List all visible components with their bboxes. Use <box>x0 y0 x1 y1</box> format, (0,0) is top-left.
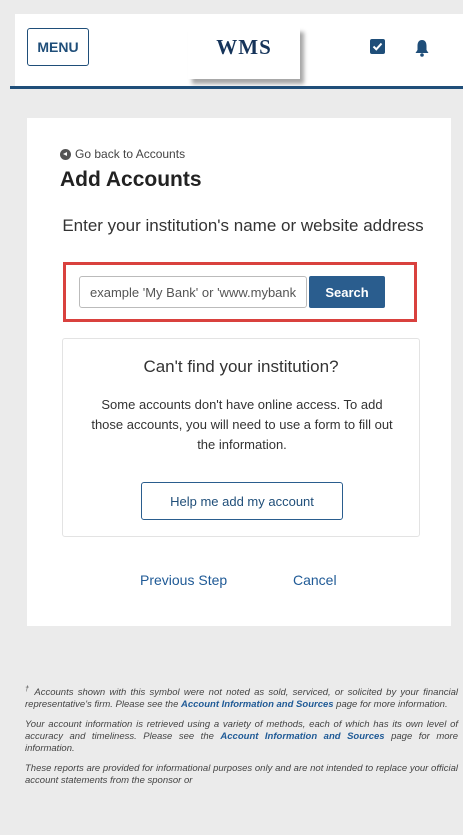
search-button[interactable]: Search <box>309 276 385 308</box>
page-title: Add Accounts <box>60 168 202 191</box>
help-add-account-button[interactable]: Help me add my account <box>141 482 343 520</box>
back-arrow-icon <box>60 148 71 160</box>
account-info-sources-link[interactable]: Account Information and Sources <box>181 699 334 710</box>
menu-button[interactable]: MENU <box>27 28 89 66</box>
disclaimer-text: page for more information. <box>333 699 448 711</box>
cant-find-title: Can't find your institution? <box>143 357 339 376</box>
previous-step-link[interactable]: Previous Step <box>140 572 227 588</box>
back-link-label: Go back to Accounts <box>75 147 186 161</box>
cant-find-description: Some accounts don't have online access. … <box>91 397 393 452</box>
back-to-accounts-link[interactable]: Go back to Accounts <box>60 147 185 161</box>
search-highlight-box: Search <box>63 262 417 322</box>
check-square-icon[interactable] <box>370 39 385 54</box>
footer-disclaimers: † Accounts shown with this symbol were n… <box>25 684 458 795</box>
app-header: MENU WMS <box>15 14 463 86</box>
search-instruction: Enter your institution's name or website… <box>62 216 424 235</box>
header-divider <box>10 86 463 89</box>
cant-find-panel: Can't find your institution? Some accoun… <box>62 338 420 537</box>
cancel-link[interactable]: Cancel <box>293 572 337 588</box>
add-accounts-card: Go back to Accounts Add Accounts Enter y… <box>27 118 451 626</box>
app-logo[interactable]: WMS <box>188 27 300 79</box>
account-info-sources-link[interactable]: Account Information and Sources <box>220 731 384 742</box>
disclaimer-retrieval-note: Your account information is retrieved us… <box>25 719 458 755</box>
disclaimer-informational-note: These reports are provided for informati… <box>25 763 458 787</box>
disclaimer-symbol-note: † Accounts shown with this symbol were n… <box>25 684 458 711</box>
bell-icon[interactable] <box>411 37 433 59</box>
institution-search-input[interactable] <box>79 276 307 308</box>
